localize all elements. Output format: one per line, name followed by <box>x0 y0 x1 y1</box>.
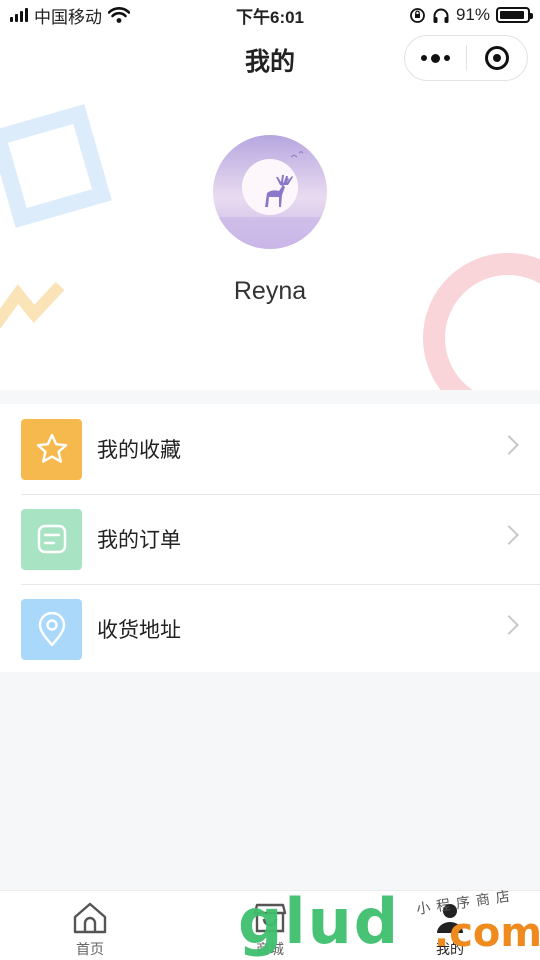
status-bar: 中国移动 下午6:01 91% <box>0 0 540 30</box>
tab-home[interactable]: 首页 <box>0 891 180 960</box>
battery-fill <box>500 11 524 19</box>
menu-item-address[interactable]: 收货地址 <box>0 584 540 674</box>
tab-shop[interactable]: 商城 <box>180 891 360 960</box>
battery-percent: 91% <box>455 5 490 24</box>
order-icon <box>37 524 66 554</box>
status-left: 中国移动 <box>10 3 130 28</box>
favorites-icon-tile <box>21 418 82 480</box>
profile-header: Reyna <box>0 88 540 390</box>
deer-moon-avatar-icon <box>213 135 327 249</box>
menu-item-label: 收货地址 <box>97 619 181 642</box>
menu-list: 我的收藏 我的订单 收货地址 <box>0 404 540 672</box>
close-button[interactable] <box>466 36 527 80</box>
deco-pink-ring-icon <box>423 253 540 390</box>
battery-icon <box>496 7 533 23</box>
address-icon-tile <box>21 598 82 660</box>
close-target-icon <box>484 46 509 70</box>
signal-icon <box>10 8 28 22</box>
menu-item-orders[interactable]: 我的订单 <box>0 494 540 584</box>
status-right: 91% <box>409 5 533 25</box>
avatar[interactable] <box>213 135 327 249</box>
deco-blue-square-icon <box>0 104 112 228</box>
shop-icon <box>253 903 287 933</box>
carrier-name: 中国移动 <box>34 7 102 27</box>
chevron-right-icon <box>499 435 519 455</box>
more-button[interactable] <box>405 36 466 80</box>
nav-bar: 我的 <box>0 30 540 88</box>
home-icon <box>73 902 107 934</box>
menu-item-label: 我的订单 <box>97 529 181 552</box>
menu-item-label: 我的收藏 <box>97 439 181 462</box>
tab-label: 我的 <box>436 941 464 957</box>
username: Reyna <box>233 277 307 305</box>
star-icon <box>36 433 67 463</box>
tab-mine[interactable]: 我的 <box>360 891 540 960</box>
user-icon <box>437 904 463 933</box>
mini-program-capsule <box>404 35 528 81</box>
headphones-icon <box>433 8 449 23</box>
chevron-right-icon <box>499 615 519 635</box>
orders-icon-tile <box>21 508 82 570</box>
chevron-right-icon <box>499 525 519 545</box>
tab-label: 商城 <box>256 941 284 957</box>
more-dots-icon <box>420 53 450 63</box>
location-icon <box>38 611 65 647</box>
wifi-icon <box>108 7 130 23</box>
rotation-lock-icon <box>410 7 425 23</box>
menu-item-favorites[interactable]: 我的收藏 <box>0 404 540 494</box>
tab-bar: 首页 商城 我的 <box>0 890 540 960</box>
tab-label: 首页 <box>76 941 104 957</box>
